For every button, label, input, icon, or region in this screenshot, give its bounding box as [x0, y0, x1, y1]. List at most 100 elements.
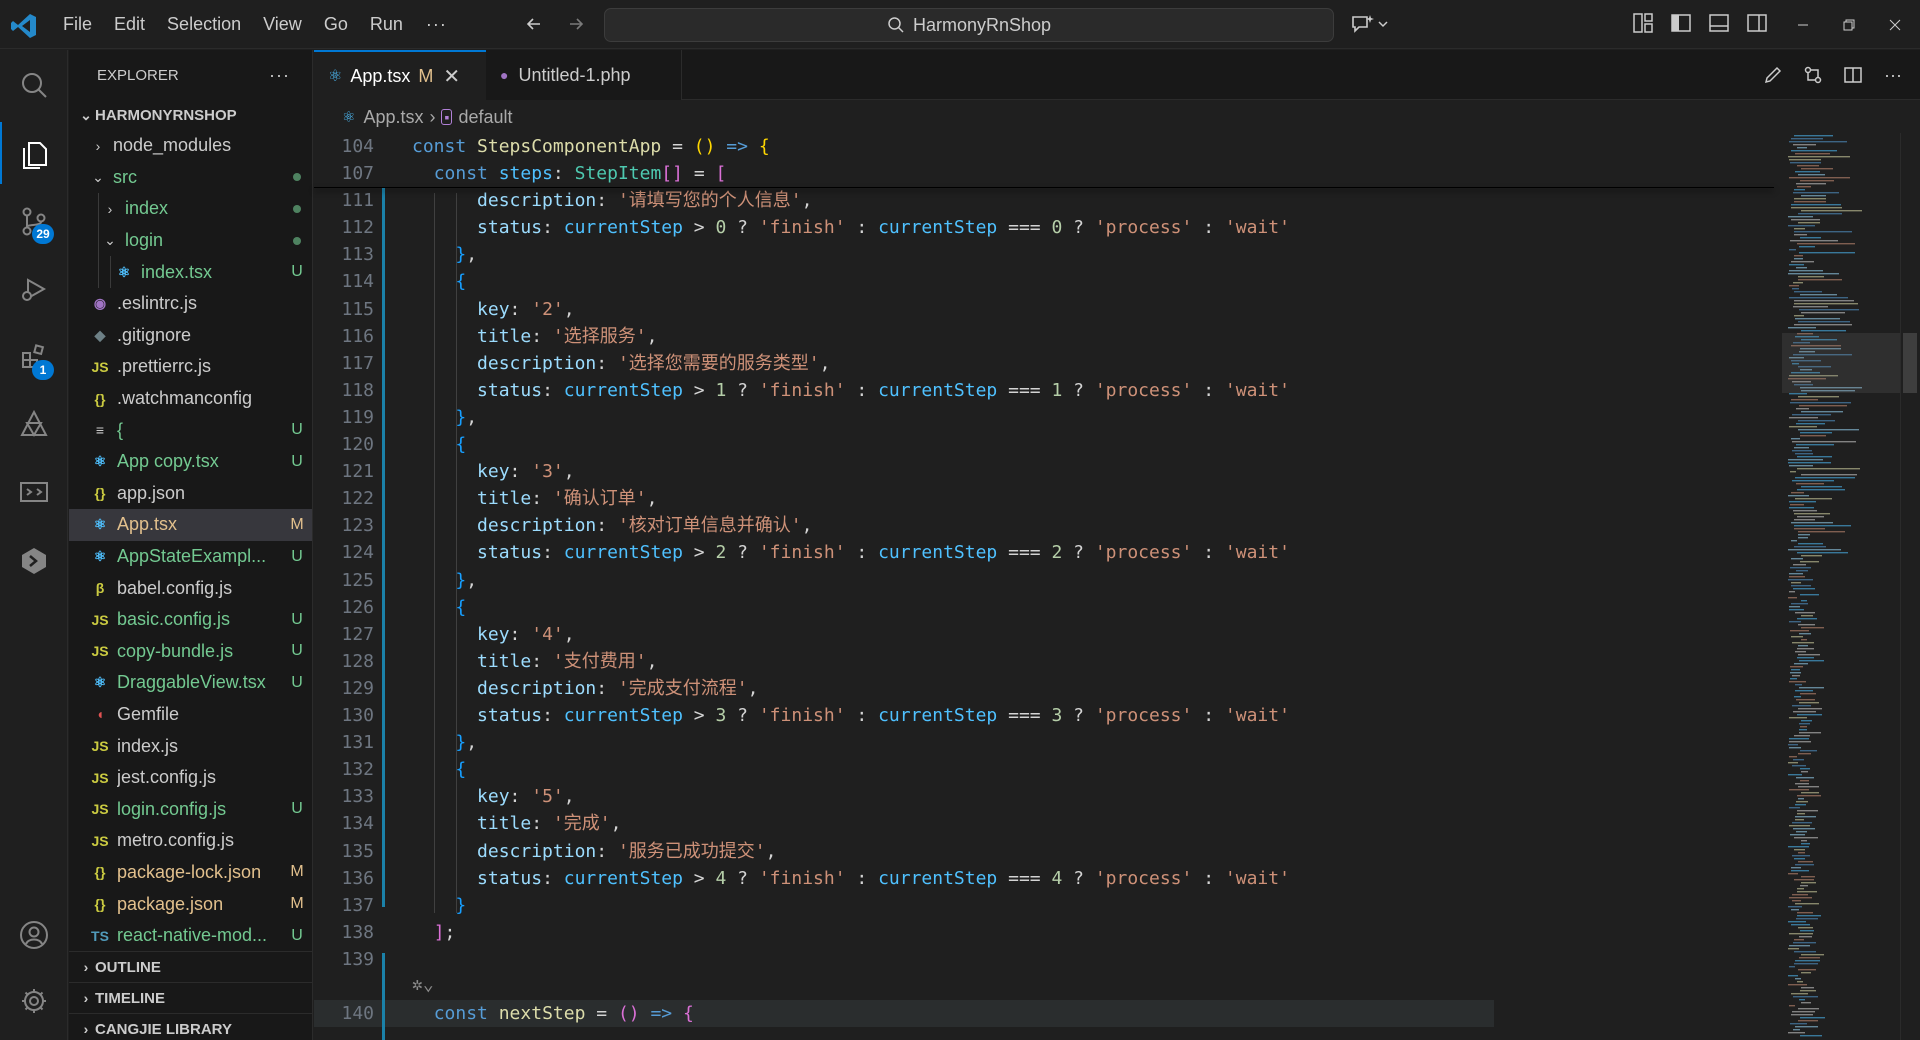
edit-pencil-icon[interactable] [1760, 62, 1786, 88]
line-source: { [412, 756, 466, 783]
file-item[interactable]: ⚛ DraggableView.tsx U [69, 667, 312, 699]
folder-item[interactable]: ⌄ login [69, 224, 312, 257]
code-token: 'wait' [1224, 379, 1290, 401]
source-control-activity-icon[interactable]: 29 [0, 190, 68, 252]
code-token: description [477, 352, 597, 374]
minimap-line [1789, 789, 1809, 791]
file-item[interactable]: JS jest.config.js [69, 762, 312, 794]
breadcrumb-file[interactable]: App.tsx [363, 107, 423, 128]
menu-go[interactable]: Go [313, 0, 359, 49]
tab-untitled-php[interactable]: ● Untitled-1.php [486, 50, 682, 100]
file-item[interactable]: JS basic.config.js U [69, 604, 312, 636]
toggle-panel-icon[interactable] [1706, 10, 1732, 36]
menu-run[interactable]: Run [359, 0, 414, 49]
minimap[interactable] [1782, 133, 1900, 1040]
file-name: package-lock.json [117, 861, 262, 882]
minimap-line [1789, 807, 1800, 809]
folder-item[interactable]: › index [69, 193, 312, 225]
code-token: : [1192, 379, 1225, 401]
outline-section[interactable]: › OUTLINE [69, 951, 312, 982]
file-item[interactable]: JS metro.config.js [69, 825, 312, 857]
copilot-sparkle-icon[interactable]: ✲⌄ [412, 971, 434, 998]
timeline-section[interactable]: › TIMELINE [69, 982, 312, 1013]
minimize-icon[interactable] [1780, 0, 1826, 49]
command-center-search[interactable]: HarmonyRnShop [604, 8, 1334, 42]
file-name: index.js [117, 735, 179, 756]
file-item[interactable]: {} package-lock.json M [69, 857, 312, 889]
editor-more-icon[interactable]: ··· [1880, 62, 1906, 88]
code-editor[interactable]: 111 description: '请填写您的个人信息', 112 status:… [314, 133, 1774, 1040]
menu-edit[interactable]: Edit [103, 0, 156, 49]
menu-view[interactable]: View [252, 0, 313, 49]
deveco-activity-icon[interactable] [0, 394, 68, 456]
open-changes-icon[interactable] [1800, 62, 1826, 88]
file-item[interactable]: ◆ .gitignore [69, 320, 312, 352]
code-token: , [801, 190, 813, 212]
folder-item[interactable]: ⌄ src [69, 162, 312, 194]
file-item[interactable]: ⚛ index.tsx U [69, 256, 312, 288]
file-item[interactable]: JS .prettierrc.js [69, 351, 312, 383]
react-file-icon: ⚛ [93, 453, 107, 470]
menu-more-button[interactable]: ··· [414, 14, 459, 35]
file-item[interactable]: ⚛ AppStateExampl... U [69, 541, 312, 573]
breadcrumb-symbol[interactable]: default [458, 107, 512, 128]
chevron-down-icon [1378, 21, 1388, 28]
close-icon[interactable]: ✕ [443, 64, 460, 89]
settings-gear-icon[interactable] [0, 970, 68, 1032]
code-token: () [617, 1003, 640, 1025]
remote-explorer-activity-icon[interactable] [0, 462, 68, 524]
file-item[interactable]: TS react-native-mod... U [69, 920, 312, 952]
folder-item[interactable]: › node_modules [69, 130, 312, 162]
toggle-primary-sidebar-icon[interactable] [1668, 10, 1694, 36]
git-change-marker [382, 187, 385, 907]
file-item[interactable]: ◉ .eslintrc.js [69, 288, 312, 320]
json-file-icon: {} [94, 896, 106, 913]
file-item[interactable]: {} .watchmanconfig [69, 383, 312, 415]
forward-arrow-icon[interactable] [562, 10, 590, 38]
code-token: key [477, 786, 510, 808]
file-item[interactable]: ⚛ App.tsx M [69, 509, 312, 541]
file-item[interactable]: JS copy-bundle.js U [69, 636, 312, 668]
back-arrow-icon[interactable] [520, 10, 548, 38]
split-editor-icon[interactable] [1840, 62, 1866, 88]
cangjie-library-section[interactable]: › CANGJIE LIBRARY [69, 1013, 312, 1040]
toggle-secondary-sidebar-icon[interactable] [1744, 10, 1770, 36]
minimap-slider[interactable] [1782, 333, 1900, 393]
file-item[interactable]: JS login.config.js U [69, 793, 312, 825]
file-item[interactable]: β babel.config.js [69, 572, 312, 604]
file-item[interactable]: {} app.json [69, 478, 312, 510]
restore-icon[interactable] [1826, 0, 1872, 49]
git-change-marker [382, 953, 385, 1040]
file-item[interactable]: ⚛ App copy.tsx U [69, 446, 312, 478]
activity-bar: 29 1 [0, 50, 68, 1040]
minimap-line [1788, 216, 1813, 218]
menu-selection[interactable]: Selection [156, 0, 252, 49]
minimap-line [1799, 729, 1807, 731]
code-line: 138 ]; [314, 919, 1774, 946]
search-activity-icon[interactable] [0, 54, 68, 116]
file-item[interactable]: ≡ {U [69, 414, 312, 446]
explorer-more-button[interactable]: ··· [269, 65, 290, 86]
close-window-icon[interactable] [1872, 0, 1918, 49]
code-token: 0 [715, 217, 727, 239]
scrollbar-thumb[interactable] [1903, 333, 1917, 393]
menu-file[interactable]: File [52, 0, 103, 49]
accounts-icon[interactable] [0, 904, 68, 966]
code-line: 114 { [314, 268, 1774, 295]
file-item[interactable]: {} package.json M [69, 888, 312, 920]
file-item[interactable]: ◖ Gemfile [69, 699, 312, 731]
extensions-activity-icon[interactable]: 1 [0, 326, 68, 388]
file-item[interactable]: JS index.js [69, 730, 312, 762]
copilot-chat-button[interactable] [1350, 10, 1398, 38]
customize-layout-icon[interactable] [1630, 10, 1656, 36]
run-debug-activity-icon[interactable] [0, 258, 68, 320]
workspace-root[interactable]: ⌄ HARMONYRNSHOP [69, 100, 312, 130]
cangjie-activity-icon[interactable] [0, 530, 68, 592]
code-token: : [542, 379, 564, 401]
vertical-scrollbar[interactable] [1900, 133, 1920, 1040]
explorer-activity-icon[interactable] [0, 122, 68, 184]
tab-app-tsx[interactable]: ⚛ App.tsx M ✕ [314, 50, 486, 100]
file-name: .eslintrc.js [117, 293, 198, 314]
